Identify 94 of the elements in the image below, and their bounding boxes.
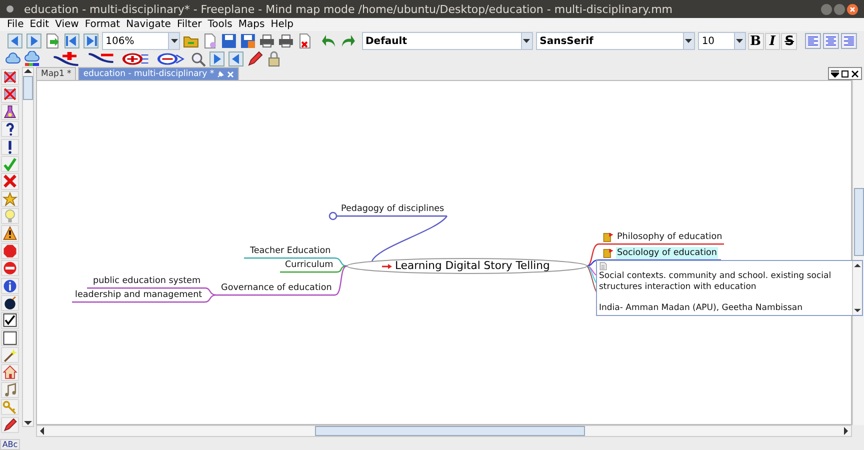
bold-button[interactable]: B bbox=[748, 32, 764, 50]
caret-icon bbox=[736, 39, 744, 43]
pencil-icon[interactable] bbox=[246, 50, 264, 68]
save-as-icon[interactable] bbox=[238, 32, 257, 50]
close-icon[interactable] bbox=[847, 4, 858, 14]
note-icon bbox=[599, 262, 608, 271]
star-icon[interactable] bbox=[1, 190, 19, 207]
caret-icon bbox=[523, 39, 530, 43]
flag-icon bbox=[603, 248, 614, 259]
note-text: India- Amman Madan (APU), Geetha Nambissan bbox=[599, 303, 804, 314]
node-label[interactable]: Governance of education bbox=[220, 282, 333, 294]
align-right-icon[interactable] bbox=[841, 33, 858, 49]
menu-item[interactable]: Tools bbox=[204, 19, 236, 30]
cross-icon[interactable] bbox=[1, 173, 19, 190]
menu-item[interactable]: Help bbox=[268, 19, 296, 30]
node-label[interactable]: Pedagogy of disciplines bbox=[340, 203, 446, 215]
scroll-down-icon[interactable] bbox=[24, 420, 32, 426]
connector bbox=[204, 287, 216, 296]
scrollbar[interactable] bbox=[22, 67, 34, 427]
scroll-left-icon[interactable] bbox=[39, 427, 45, 435]
align-center-icon[interactable] bbox=[823, 33, 840, 49]
check-icon[interactable] bbox=[1, 156, 19, 172]
align-left-icon[interactable] bbox=[805, 33, 822, 49]
wand-icon[interactable] bbox=[1, 347, 19, 364]
note-text: Social contexts. community and school. existing social structures interaction with education bbox=[599, 271, 832, 293]
pin-icon[interactable] bbox=[217, 70, 224, 78]
fold-circle-icon[interactable] bbox=[328, 212, 338, 220]
info-icon[interactable] bbox=[1, 278, 19, 294]
menu-item[interactable]: Edit bbox=[26, 19, 52, 30]
scroll-up-icon[interactable] bbox=[854, 263, 861, 268]
menu-item[interactable]: View bbox=[52, 19, 82, 30]
root-node-label[interactable]: Learning Digital Story Telling bbox=[395, 258, 550, 273]
font-combo[interactable]: SansSerif bbox=[536, 32, 695, 50]
style-combo[interactable]: Default bbox=[362, 32, 533, 50]
node-label[interactable]: leadership and management bbox=[74, 289, 204, 301]
scrollbar-thumb[interactable] bbox=[23, 76, 33, 100]
empty-box-icon[interactable] bbox=[1, 330, 19, 346]
node-label[interactable]: Teacher Education bbox=[249, 245, 332, 257]
scrollbar-thumb[interactable] bbox=[315, 426, 585, 436]
connector bbox=[204, 294, 216, 303]
maximize-icon[interactable] bbox=[841, 70, 849, 78]
skip-left-icon[interactable] bbox=[62, 32, 81, 50]
app-icon bbox=[6, 5, 14, 13]
no-entry-icon[interactable] bbox=[1, 260, 19, 276]
pencil-icon[interactable] bbox=[1, 416, 19, 433]
scrollbar[interactable] bbox=[852, 261, 862, 315]
warning-icon[interactable] bbox=[1, 225, 19, 242]
window-title: education - multi-disciplinary* - Freeplane - Mind map mode /home/ubuntu/Desktop/education - multi-disciplinary.mm bbox=[24, 2, 674, 16]
caret-icon bbox=[170, 39, 178, 43]
node-label[interactable]: Curriculum bbox=[284, 259, 334, 271]
menu-item[interactable]: File bbox=[4, 19, 27, 30]
menu-icon[interactable] bbox=[831, 70, 839, 78]
caret-icon bbox=[685, 39, 692, 43]
arrow-icon bbox=[382, 264, 392, 269]
cross-out-icon[interactable] bbox=[1, 69, 19, 86]
scroll-up-icon[interactable] bbox=[24, 68, 32, 74]
cross-out-icon[interactable] bbox=[1, 86, 19, 103]
checkbox-icon[interactable] bbox=[1, 312, 19, 329]
spellcheck-button[interactable]: ABc bbox=[0, 438, 20, 450]
printer-icon[interactable] bbox=[276, 32, 295, 50]
bomb-icon[interactable] bbox=[1, 294, 19, 312]
flag-icon bbox=[603, 232, 614, 243]
magnifier-icon[interactable] bbox=[189, 50, 207, 68]
strikethrough-button[interactable]: S bbox=[781, 32, 798, 50]
scroll-right-icon[interactable] bbox=[843, 427, 849, 435]
add-node-icon[interactable] bbox=[51, 50, 81, 68]
skip-right-icon[interactable] bbox=[82, 32, 100, 50]
italic-button[interactable]: I bbox=[764, 32, 780, 50]
node-label[interactable]: public education system bbox=[92, 275, 202, 287]
exclamation-icon[interactable] bbox=[1, 138, 19, 155]
cloud-color-icon[interactable] bbox=[23, 50, 41, 68]
music-icon[interactable] bbox=[1, 382, 19, 398]
tab-label[interactable]: Map1 * bbox=[41, 69, 72, 79]
scroll-down-icon[interactable] bbox=[854, 308, 861, 313]
zoom-combo[interactable]: 106% bbox=[102, 32, 180, 50]
minimize-icon[interactable] bbox=[821, 4, 832, 14]
font-size-combo[interactable]: 10 bbox=[698, 32, 746, 50]
tab[interactable]: Map1 * bbox=[36, 67, 76, 80]
close-icon[interactable] bbox=[851, 70, 859, 78]
printer-icon[interactable] bbox=[258, 32, 276, 50]
scrollbar[interactable] bbox=[36, 425, 852, 437]
menu-item[interactable]: Navigate bbox=[123, 19, 174, 30]
scrollbar-thumb[interactable] bbox=[854, 188, 864, 256]
menu-item[interactable]: Format bbox=[82, 19, 124, 30]
house-icon[interactable] bbox=[1, 364, 19, 381]
menu-item[interactable]: Filter bbox=[174, 19, 205, 30]
menu-item[interactable]: Maps bbox=[235, 19, 268, 30]
stop-sign-icon[interactable] bbox=[1, 242, 19, 260]
save-icon[interactable] bbox=[220, 32, 238, 50]
node-label[interactable]: Sociology of education bbox=[616, 247, 718, 259]
flask-icon[interactable] bbox=[1, 104, 19, 120]
node-label[interactable]: Philosophy of education bbox=[616, 231, 724, 243]
question-icon[interactable] bbox=[1, 121, 19, 138]
root-node-outline[interactable] bbox=[346, 258, 588, 274]
